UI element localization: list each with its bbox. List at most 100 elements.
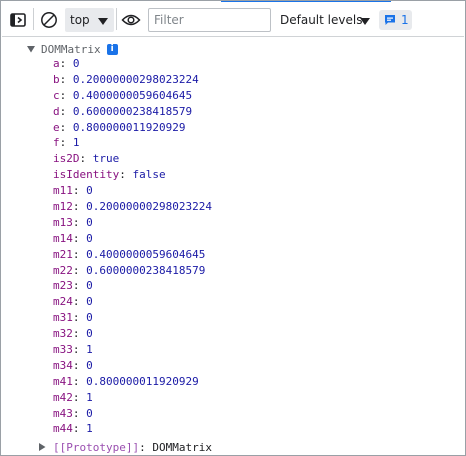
property-value: 1 xyxy=(86,422,93,436)
property-key: m34 xyxy=(53,358,73,372)
property-value: 0.6000000238418579 xyxy=(86,263,206,277)
property-value: 0.4000000059604645 xyxy=(72,88,193,102)
property-colon: : xyxy=(72,279,87,293)
property-key: m24 xyxy=(53,295,73,309)
chevron-down-icon xyxy=(98,15,108,29)
property-row: d: 0.6000000238418579 xyxy=(53,104,212,120)
property-key: m33 xyxy=(53,343,73,357)
property-colon: : xyxy=(72,327,87,341)
property-key: e xyxy=(53,120,60,134)
context-label: top xyxy=(70,13,90,27)
property-row: m42: 1 xyxy=(53,390,212,406)
property-row: m34: 0 xyxy=(53,358,212,374)
clear-console-icon[interactable] xyxy=(39,10,59,30)
property-colon: : xyxy=(79,152,93,166)
property-row: m14: 0 xyxy=(53,231,212,247)
property-key: m14 xyxy=(53,231,73,245)
prototype-row[interactable]: [[Prototype]]: DOMMatrix xyxy=(39,439,212,455)
live-expression-eye-icon[interactable] xyxy=(120,10,142,30)
property-key: m13 xyxy=(53,215,73,229)
property-key: m12 xyxy=(53,200,73,214)
prototype-key: [[Prototype]] xyxy=(53,440,140,454)
property-row: m13: 0 xyxy=(53,215,212,231)
toolbar-separator xyxy=(33,8,34,30)
property-key: m11 xyxy=(53,184,73,198)
sidebar-toggle-icon[interactable] xyxy=(8,10,28,30)
property-row: m32: 0 xyxy=(53,326,212,342)
console-toolbar: top Default levels 1 xyxy=(2,2,464,37)
collapsed-triangle-icon[interactable] xyxy=(39,443,49,451)
property-row: m33: 1 xyxy=(53,342,212,358)
property-value: 0 xyxy=(86,406,93,420)
property-row: c: 0.4000000059604645 xyxy=(53,88,212,104)
property-value: 0 xyxy=(72,57,80,70)
property-row: m24: 0 xyxy=(53,294,212,310)
property-key: m41 xyxy=(53,374,73,388)
property-colon: : xyxy=(72,247,87,261)
info-icon[interactable]: i xyxy=(106,43,118,55)
toolbar-separator xyxy=(116,8,117,30)
property-key: m31 xyxy=(53,311,73,325)
property-value: 0.800000011920929 xyxy=(86,374,199,388)
property-colon: : xyxy=(59,72,73,86)
property-key: m44 xyxy=(53,422,73,436)
property-list: a: 0 b: 0.20000000298023224 c: 0.400000005… xyxy=(53,56,212,437)
property-row: m12: 0.20000000298023224 xyxy=(53,199,212,215)
issues-message-icon xyxy=(384,14,396,26)
console-panel: top Default levels 1 xyxy=(0,0,466,456)
property-key: a xyxy=(53,57,60,70)
log-levels-dropdown[interactable]: Default levels xyxy=(280,13,362,27)
console-output: DOMMatrix i a: 0 b: 0.20000000298023224 c:… xyxy=(1,37,465,455)
filter-input[interactable] xyxy=(148,8,271,32)
property-colon: : xyxy=(72,231,87,245)
chevron-down-icon[interactable] xyxy=(360,15,370,29)
property-colon: : xyxy=(59,120,73,134)
property-key: m42 xyxy=(53,390,73,404)
prototype-separator: : xyxy=(139,440,153,454)
prototype-value: DOMMatrix xyxy=(152,440,212,454)
property-colon: : xyxy=(59,88,73,102)
object-name: DOMMatrix xyxy=(41,42,101,56)
property-row: m22: 0.6000000238418579 xyxy=(53,263,212,279)
property-colon: : xyxy=(72,422,87,436)
property-value: 0.20000000298023224 xyxy=(86,200,212,214)
property-row: m43: 0 xyxy=(53,406,212,422)
property-key: m43 xyxy=(53,406,73,420)
property-value: 1 xyxy=(86,343,93,357)
property-colon: : xyxy=(72,263,87,277)
context-selector[interactable]: top xyxy=(65,8,114,32)
property-row: m31: 0 xyxy=(53,310,212,326)
property-value: 0 xyxy=(86,279,93,293)
property-value: false xyxy=(132,168,166,182)
property-colon: : xyxy=(72,184,87,198)
property-value: 0 xyxy=(86,311,93,325)
property-key: m22 xyxy=(53,263,73,277)
property-row: m41: 0.800000011920929 xyxy=(53,374,212,390)
property-value: 0.20000000298023224 xyxy=(72,72,199,86)
property-value: 0.6000000238418579 xyxy=(72,104,193,118)
property-row: f: 1 xyxy=(53,135,212,151)
issues-count: 1 xyxy=(401,13,409,27)
property-key: d xyxy=(53,104,60,118)
property-row: is2D: true xyxy=(53,151,212,167)
property-row: isIdentity: false xyxy=(53,167,212,183)
property-value: 1 xyxy=(72,136,80,150)
property-colon: : xyxy=(72,374,87,388)
property-colon: : xyxy=(72,215,87,229)
property-row: a: 0 xyxy=(53,56,212,72)
expanded-triangle-icon[interactable] xyxy=(27,45,37,53)
property-key: m23 xyxy=(53,279,73,293)
property-colon: : xyxy=(72,390,87,404)
property-value: 0 xyxy=(86,327,93,341)
issues-button[interactable]: 1 xyxy=(379,10,412,30)
property-key: f xyxy=(53,136,60,150)
property-key: c xyxy=(53,88,60,102)
property-value: 0.800000011920929 xyxy=(72,120,186,134)
property-colon: : xyxy=(72,311,87,325)
property-key: m32 xyxy=(53,327,73,341)
property-row: b: 0.20000000298023224 xyxy=(53,72,212,88)
property-value: 0 xyxy=(86,215,93,229)
property-row: m44: 1 xyxy=(53,421,212,437)
object-header[interactable]: DOMMatrix i xyxy=(27,42,118,56)
property-value: 0 xyxy=(86,295,93,309)
